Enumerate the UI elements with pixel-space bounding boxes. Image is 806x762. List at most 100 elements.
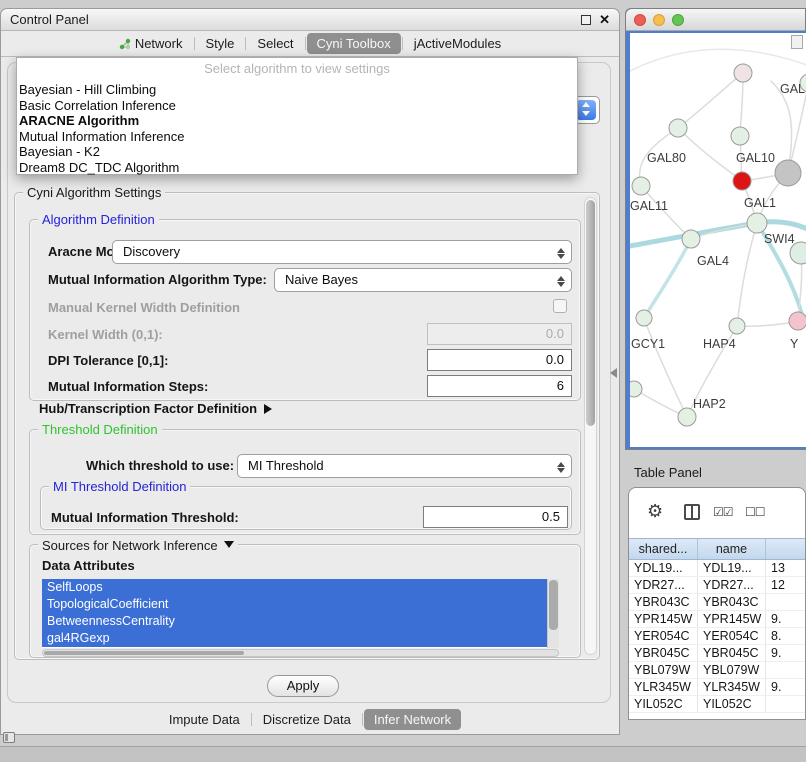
algorithm-option[interactable]: Basic Correlation Inference	[17, 98, 577, 114]
table-row[interactable]: YBR043CYBR043C	[629, 594, 806, 611]
table-cell: 9.	[766, 679, 806, 695]
settings-group-title: Cyni Algorithm Settings	[23, 185, 165, 200]
zoom-window-icon[interactable]	[672, 14, 684, 26]
gear-icon[interactable]: ⚙	[647, 502, 663, 520]
manual-kernel-width-checkbox[interactable]	[553, 299, 567, 313]
float-window-icon[interactable]	[581, 15, 591, 25]
table-row[interactable]: YBR045CYBR045C9.	[629, 645, 806, 662]
select-all-icon[interactable]: ☑☑	[713, 505, 733, 519]
network-canvas[interactable]: GALGAL80GAL10GAL11GAL1SWI4GAL4GCY1HAP4YH…	[630, 33, 806, 447]
settings-scrollbar[interactable]	[584, 197, 597, 655]
which-threshold-select[interactable]: MI Threshold	[237, 454, 572, 478]
sources-title-label: Sources for Network Inference	[42, 538, 218, 553]
cyni-algorithm-settings-group: Cyni Algorithm Settings Algorithm Defini…	[14, 192, 600, 660]
table-cell: 13	[766, 560, 806, 576]
table-row[interactable]: YDL19...YDL19...13	[629, 560, 806, 577]
tab-style[interactable]: Style	[196, 33, 245, 54]
panel-splitter-arrow[interactable]	[605, 368, 617, 378]
aracne-mode-select[interactable]: Discovery	[112, 240, 572, 264]
scrollbar-thumb[interactable]	[586, 200, 595, 426]
table-cell: YBL079W	[698, 662, 766, 678]
network-edge[interactable]	[630, 49, 806, 71]
combo-stepper-icon[interactable]	[576, 100, 596, 120]
network-edge[interactable]	[737, 223, 757, 326]
mi-algorithm-type-select[interactable]: Naive Bayes	[274, 268, 572, 292]
minimize-window-icon[interactable]	[653, 14, 665, 26]
network-node[interactable]	[636, 310, 652, 326]
algorithm-option[interactable]: Mutual Information Inference	[17, 129, 577, 145]
network-node[interactable]	[632, 177, 650, 195]
node-label: GAL11	[630, 199, 668, 213]
data-attribute-item[interactable]: TopologicalCoefficient	[42, 596, 547, 613]
network-node[interactable]	[733, 172, 751, 190]
attributes-vscrollbar[interactable]	[547, 579, 559, 648]
hub-section-label: Hub/Transcription Factor Definition	[39, 401, 257, 416]
mi-threshold-field[interactable]: 0.5	[423, 506, 568, 528]
dpi-tolerance-field[interactable]: 0.0	[427, 349, 572, 371]
mi-algorithm-type-label: Mutual Information Algorithm Type:	[48, 272, 267, 287]
birdseye-toggle[interactable]	[791, 35, 803, 49]
minimized-panel-icon[interactable]	[3, 732, 15, 743]
network-node[interactable]	[731, 127, 749, 145]
column-header[interactable]	[766, 539, 806, 559]
apply-button[interactable]: Apply	[267, 675, 339, 697]
scrollbar-thumb[interactable]	[549, 580, 558, 630]
network-node[interactable]	[729, 318, 745, 334]
algorithm-option[interactable]: Bayesian - K2	[17, 144, 577, 160]
network-graph: GALGAL80GAL10GAL11GAL1SWI4GAL4GCY1HAP4YH…	[630, 33, 806, 447]
control-panel-title: Control Panel	[10, 12, 89, 27]
cyni-bottom-tabs: Impute DataDiscretize Data Infer Network	[1, 706, 619, 732]
network-edge[interactable]	[678, 73, 743, 128]
table-row[interactable]: YPR145WYPR145W9.	[629, 611, 806, 628]
network-node[interactable]	[789, 312, 806, 330]
tab-jactivemodules[interactable]: jActiveModules	[404, 33, 511, 54]
close-panel-icon[interactable]: ✕	[599, 14, 610, 26]
sources-title[interactable]: Sources for Network Inference	[38, 537, 238, 553]
tab-network[interactable]: Network	[109, 33, 193, 54]
network-edge[interactable]	[644, 239, 691, 318]
network-node[interactable]	[669, 119, 687, 137]
column-header[interactable]: shared...	[629, 539, 698, 559]
network-node[interactable]	[747, 213, 767, 233]
table-cell: 9.	[766, 645, 806, 661]
hub-transcription-section[interactable]: Hub/Transcription Factor Definition	[39, 401, 277, 416]
tab-impute-data[interactable]: Impute Data	[159, 709, 250, 730]
tab-select[interactable]: Select	[247, 33, 303, 54]
network-node[interactable]	[682, 230, 700, 248]
close-window-icon[interactable]	[634, 14, 646, 26]
table-cell: YBR043C	[629, 594, 698, 610]
table-row[interactable]: YLR345WYLR345W9.	[629, 679, 806, 696]
table-row[interactable]: YDR27...YDR27...12	[629, 577, 806, 594]
table-cell: YIL052C	[629, 696, 698, 712]
tab-label: Infer Network	[374, 712, 451, 727]
table-row[interactable]: YBL079WYBL079W	[629, 662, 806, 679]
data-attribute-item[interactable]: BetweennessCentrality	[42, 613, 547, 630]
mi-algorithm-type-value: Naive Bayes	[285, 272, 358, 287]
network-window-titlebar[interactable]	[626, 9, 805, 31]
attributes-hscrollbar[interactable]	[42, 649, 559, 657]
algorithm-option-list: Bayesian - Hill ClimbingBasic Correlatio…	[17, 82, 577, 175]
network-node[interactable]	[630, 381, 642, 397]
network-edge[interactable]	[644, 318, 687, 417]
data-attribute-item[interactable]: gal4RGexp	[42, 630, 547, 647]
table-cell: YDL19...	[629, 560, 698, 576]
scrollbar-thumb[interactable]	[44, 651, 244, 655]
algorithm-option[interactable]: Bayesian - Hill Climbing	[17, 82, 577, 98]
network-node[interactable]	[775, 160, 801, 186]
algorithm-option[interactable]: Dream8 DC_TDC Algorithm	[17, 160, 577, 176]
tab-infer-network[interactable]: Infer Network	[364, 709, 461, 730]
tab-cyni-toolbox[interactable]: Cyni Toolbox	[307, 33, 401, 54]
table-row[interactable]: YIL052CYIL052C	[629, 696, 806, 713]
data-attributes-list[interactable]: SelfLoopsTopologicalCoefficientBetweenne…	[42, 579, 559, 648]
table-row[interactable]: YER054CYER054C8.	[629, 628, 806, 645]
column-header[interactable]: name	[698, 539, 766, 559]
combo-arrows-icon	[556, 244, 566, 261]
columns-icon[interactable]	[684, 504, 700, 520]
mi-steps-field[interactable]: 6	[427, 375, 572, 397]
deselect-all-icon[interactable]: ☐☐	[745, 505, 765, 519]
tab-separator	[305, 37, 306, 50]
algorithm-option[interactable]: ARACNE Algorithm	[17, 113, 577, 129]
network-node[interactable]	[734, 64, 752, 82]
tab-discretize-data[interactable]: Discretize Data	[253, 709, 361, 730]
data-attribute-item[interactable]: SelfLoops	[42, 579, 547, 596]
